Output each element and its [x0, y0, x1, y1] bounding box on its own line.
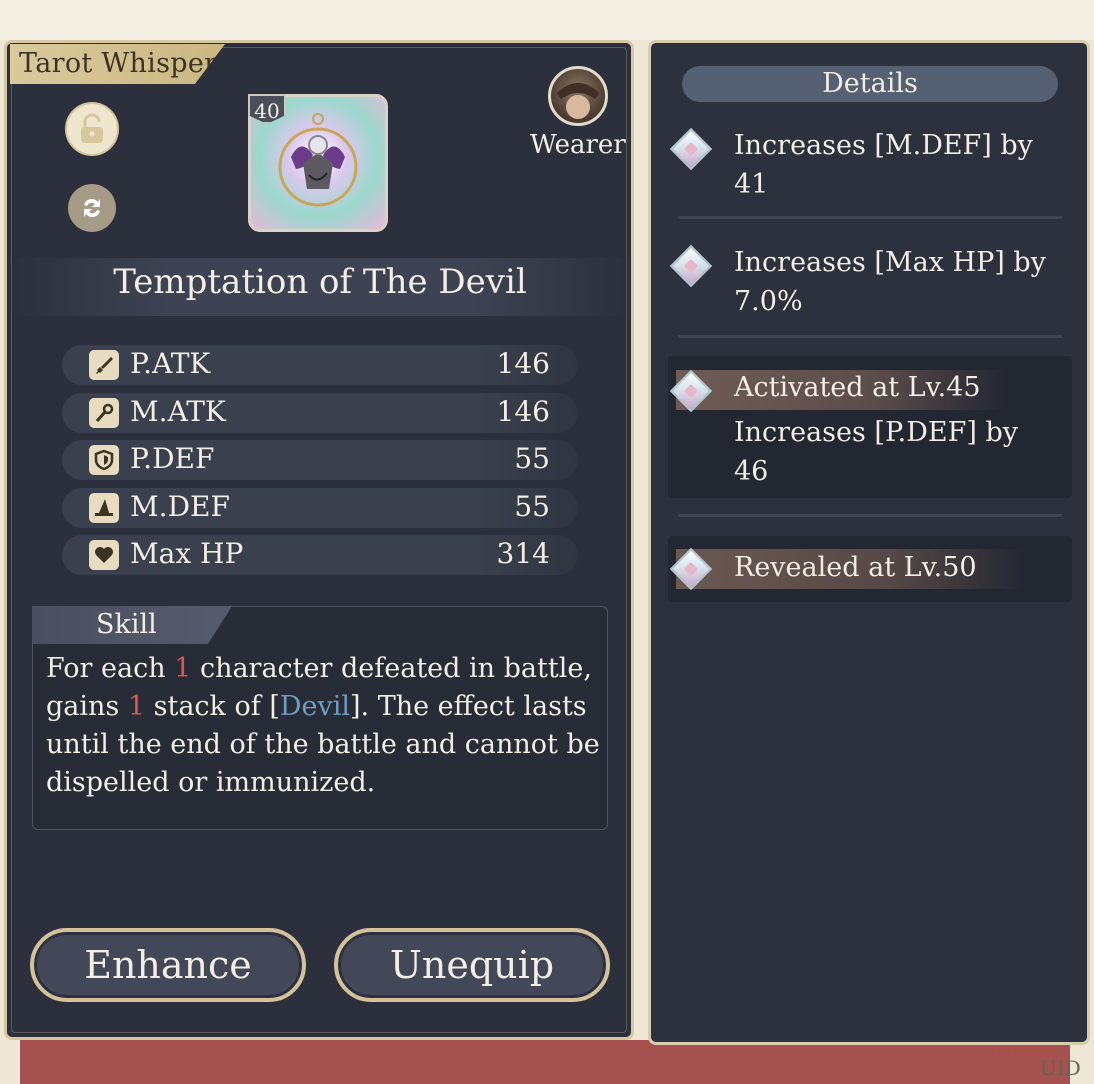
skill-number: 1 [127, 691, 146, 722]
detail-entry: Increases [M.DEF] by 41 [669, 126, 1072, 206]
divider [678, 335, 1062, 338]
swap-button[interactable] [68, 184, 116, 232]
heart-icon [89, 540, 119, 570]
details-header: Details [682, 66, 1058, 102]
divider [678, 514, 1062, 517]
staff-icon [89, 397, 119, 428]
skill-description: For each 1 character defeated in battle,… [46, 653, 600, 798]
character-portrait-icon [557, 83, 599, 119]
uid-label: UID [1040, 1056, 1081, 1080]
enhance-button[interactable]: Enhance [30, 928, 306, 1002]
stat-row: M.DEF 55 [62, 487, 578, 528]
detail-entry: Increases [Max HP] by 7.0% [669, 243, 1072, 323]
stat-row: M.ATK 146 [62, 392, 578, 433]
stats-list: P.ATK 146 M.ATK 146 P.DEF 55 M.DEF 55 Ma… [62, 345, 578, 583]
diamond-icon [669, 547, 713, 591]
unlock-icon [81, 113, 103, 143]
detail-entry-activated: Activated at Lv.45 Increases [P.DEF] by … [669, 368, 1072, 488]
unequip-button[interactable]: Unequip [334, 928, 610, 1002]
background-top [0, 0, 1094, 40]
stat-row: Max HP 314 [62, 535, 578, 575]
diamond-icon [669, 244, 713, 288]
revealed-label: Revealed at Lv.50 [734, 552, 977, 583]
diamond-icon [669, 369, 713, 413]
swap-icon [84, 198, 100, 218]
divider [678, 216, 1062, 219]
detail-entry-revealed: Revealed at Lv.50 [669, 547, 1072, 592]
category-tag: Tarot Whisper [10, 44, 225, 84]
wizard-hat-icon [89, 492, 119, 523]
sword-icon [89, 350, 119, 380]
stat-row: P.DEF 55 [62, 440, 578, 480]
skill-number: 1 [174, 653, 192, 684]
skill-title: Skill [32, 606, 232, 644]
stat-row: P.ATK 146 [62, 345, 578, 385]
devil-keyword-link[interactable]: Devil [280, 691, 350, 722]
lock-button[interactable] [65, 102, 119, 156]
item-title: Temptation of The Devil [113, 262, 527, 302]
diamond-icon [669, 127, 713, 171]
background-character-dress [20, 1040, 1070, 1084]
activated-label: Activated at Lv.45 [734, 372, 981, 403]
shield-icon [89, 445, 119, 475]
wearer-label: Wearer [530, 130, 626, 160]
wearer-avatar[interactable] [548, 66, 608, 126]
